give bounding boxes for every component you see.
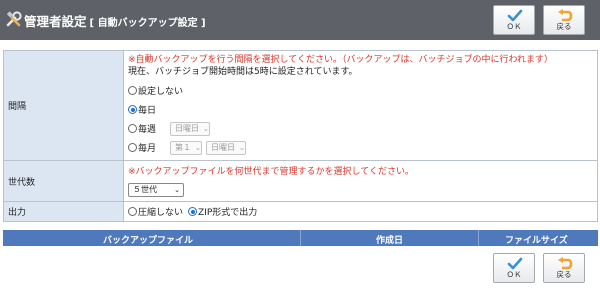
option-daily-label: 毎日 bbox=[138, 106, 157, 116]
output-cell: 圧縮しない ZIP形式で出力 bbox=[123, 201, 598, 222]
footer-back-button[interactable]: 戻る bbox=[543, 253, 585, 283]
monthly-day-select[interactable]: 日曜日 ⌄ bbox=[206, 140, 247, 155]
batch-time-info: 現在、バッチジョブ開始時間は5時に設定されています。 bbox=[128, 67, 358, 77]
footer-ok-button[interactable]: ＯＫ bbox=[493, 253, 535, 283]
output-options: 圧縮しない ZIP形式で出力 bbox=[128, 204, 593, 220]
generations-select[interactable]: ５世代 ⌄ bbox=[128, 182, 184, 197]
radio-none[interactable] bbox=[128, 86, 137, 95]
page-title-text: 管理者設定 bbox=[24, 14, 87, 29]
option-weekly-label: 毎週 bbox=[138, 125, 157, 135]
tools-icon bbox=[6, 11, 22, 27]
interval-label: 間隔 bbox=[3, 50, 124, 161]
weekly-day-select[interactable]: 日曜日 ⌄ bbox=[170, 121, 211, 136]
radio-zip[interactable] bbox=[188, 207, 198, 216]
radio-weekly[interactable] bbox=[128, 124, 137, 133]
backup-file-list-header: バックアップファイル 作成日 ファイルサイズ bbox=[3, 230, 598, 246]
page-subtitle: [ 自動バックアップ設定 ] bbox=[89, 18, 206, 29]
radio-daily[interactable] bbox=[128, 105, 137, 114]
generations-note: ※バックアップファイルを何世代まで管理するかを選択してください。 bbox=[128, 166, 415, 177]
monthly-day-value: 日曜日 bbox=[211, 143, 236, 152]
option-no-compress-label: 圧縮しない bbox=[138, 208, 184, 218]
chevron-down-icon: ⌄ bbox=[174, 185, 180, 194]
chevron-down-icon: ⌄ bbox=[239, 143, 245, 152]
monthly-week-select[interactable]: 第１ ⌄ bbox=[170, 140, 203, 155]
option-daily[interactable]: 毎日 bbox=[128, 100, 593, 119]
ok-button-label: ＯＫ bbox=[506, 22, 522, 31]
page-title: 管理者設定[ 自動バックアップ設定 ] bbox=[24, 11, 206, 30]
generations-cell: ※バックアップファイルを何世代まで管理するかを選択してください。 ５世代 ⌄ bbox=[123, 160, 598, 202]
option-monthly-label: 毎月 bbox=[138, 144, 157, 154]
option-none[interactable]: 設定しない bbox=[128, 81, 593, 100]
option-weekly[interactable]: 毎週 日曜日 ⌄ bbox=[128, 119, 593, 138]
back-button-label: 戻る bbox=[556, 22, 572, 31]
column-created-date[interactable]: 作成日 bbox=[376, 233, 403, 246]
generations-row: 世代数 ※バックアップファイルを何世代まで管理するかを選択してください。 ５世代… bbox=[3, 160, 598, 202]
interval-row: 間隔 ※自動バックアップを行う間隔を選択してください。（バックアップは、バッチジ… bbox=[3, 50, 598, 161]
weekly-day-value: 日曜日 bbox=[175, 124, 200, 133]
column-backup-file[interactable]: バックアップファイル bbox=[103, 233, 193, 246]
ok-button[interactable]: ＯＫ bbox=[493, 5, 535, 35]
footer-back-label: 戻る bbox=[556, 270, 572, 279]
option-none-label: 設定しない bbox=[138, 87, 184, 97]
option-monthly[interactable]: 毎月 第１ ⌄ 日曜日 ⌄ bbox=[128, 138, 593, 157]
header-bar: 管理者設定[ 自動バックアップ設定 ] ＯＫ 戻る bbox=[0, 0, 600, 40]
radio-no-compress[interactable] bbox=[128, 207, 137, 216]
interval-note: ※自動バックアップを行う間隔を選択してください。（バックアップは、バッチジョブの… bbox=[128, 55, 554, 65]
column-divider bbox=[300, 230, 301, 246]
generations-value: ５世代 bbox=[133, 185, 157, 194]
chevron-down-icon: ⌄ bbox=[203, 124, 209, 133]
monthly-week-value: 第１ bbox=[175, 143, 192, 152]
settings-form: 間隔 ※自動バックアップを行う間隔を選択してください。（バックアップは、バッチジ… bbox=[3, 50, 598, 222]
column-file-size[interactable]: ファイルサイズ bbox=[505, 233, 568, 246]
option-zip-label: ZIP形式で出力 bbox=[198, 208, 258, 218]
back-button[interactable]: 戻る bbox=[543, 5, 585, 35]
output-row: 出力 圧縮しない ZIP形式で出力 bbox=[3, 201, 598, 222]
column-divider bbox=[478, 230, 479, 246]
radio-monthly[interactable] bbox=[128, 143, 137, 152]
interval-cell: ※自動バックアップを行う間隔を選択してください。（バックアップは、バッチジョブの… bbox=[123, 50, 598, 161]
chevron-down-icon: ⌄ bbox=[195, 143, 201, 152]
generations-label: 世代数 bbox=[3, 160, 124, 202]
footer-ok-label: ＯＫ bbox=[506, 270, 522, 279]
output-label: 出力 bbox=[3, 201, 124, 222]
